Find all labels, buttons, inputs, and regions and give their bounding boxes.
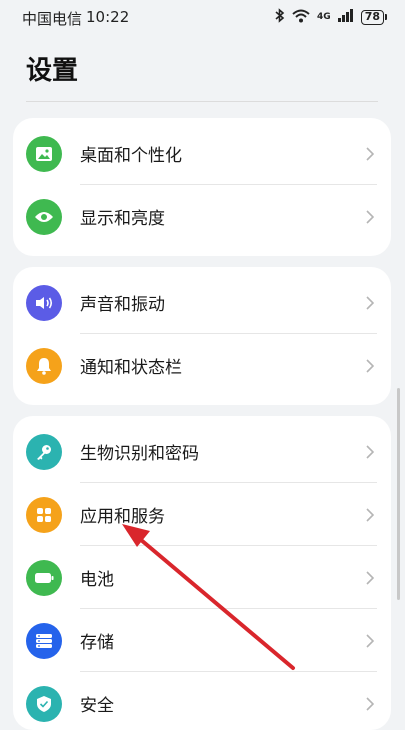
battery-icon [26,559,62,596]
bluetooth-icon [275,8,285,26]
settings-item-security[interactable]: 安全 [13,672,391,730]
settings-item-display[interactable]: 显示和亮度 [13,185,391,248]
status-bar: 中国电信 10:22 4G 78 [0,0,405,34]
settings-item-storage[interactable]: 存储 [13,609,391,672]
battery-cap [385,14,387,20]
status-right: 4G 78 [275,8,387,26]
chevron-right-icon [363,631,377,651]
settings-item-desktop[interactable]: 桌面和个性化 [13,122,391,185]
chevron-right-icon [363,505,377,525]
settings-group-sound: 声音和振动 通知和状态栏 [13,267,391,405]
chevron-right-icon [363,293,377,313]
settings-item-label: 桌面和个性化 [80,146,182,166]
settings-item-sound[interactable]: 声音和振动 [13,271,391,334]
image-icon [26,135,62,172]
settings-item-label: 生物识别和密码 [80,444,199,464]
scrollbar [397,388,400,600]
carrier-name: 中国电信 [22,10,83,28]
chevron-right-icon [363,694,377,714]
chevron-right-icon [363,207,377,227]
chevron-right-icon [363,568,377,588]
battery-level: 78 [360,9,384,25]
signal-icon [337,9,354,25]
page-title: 设置 [26,56,79,86]
key-icon [26,433,62,470]
eye-icon [26,198,62,235]
bell-icon [26,347,62,384]
settings-group-display: 桌面和个性化 显示和亮度 [13,118,391,256]
settings-item-apps[interactable]: 应用和服务 [13,483,391,546]
speaker-icon [26,284,62,321]
status-left: 中国电信 10:22 [22,8,129,29]
clock: 10:22 [86,8,130,26]
storage-icon [26,622,62,659]
battery-indicator: 78 [360,9,387,25]
settings-item-label: 安全 [80,696,114,716]
shield-icon [26,685,62,722]
network-type: 4G [317,12,331,22]
title-divider [26,101,378,102]
wifi-icon [292,9,310,26]
settings-item-label: 声音和振动 [80,295,165,315]
settings-item-notifications[interactable]: 通知和状态栏 [13,334,391,397]
settings-item-label: 存储 [80,633,114,653]
settings-item-battery[interactable]: 电池 [13,546,391,609]
chevron-right-icon [363,144,377,164]
settings-item-label: 应用和服务 [80,507,165,527]
settings-item-label: 电池 [80,570,114,590]
settings-item-label: 显示和亮度 [80,209,165,229]
settings-item-label: 通知和状态栏 [80,358,182,378]
settings-item-biometrics[interactable]: 生物识别和密码 [13,420,391,483]
grid-icon [26,496,62,533]
settings-group-system: 生物识别和密码 应用和服务 电池 存储 安全 [13,416,391,730]
chevron-right-icon [363,442,377,462]
chevron-right-icon [363,356,377,376]
